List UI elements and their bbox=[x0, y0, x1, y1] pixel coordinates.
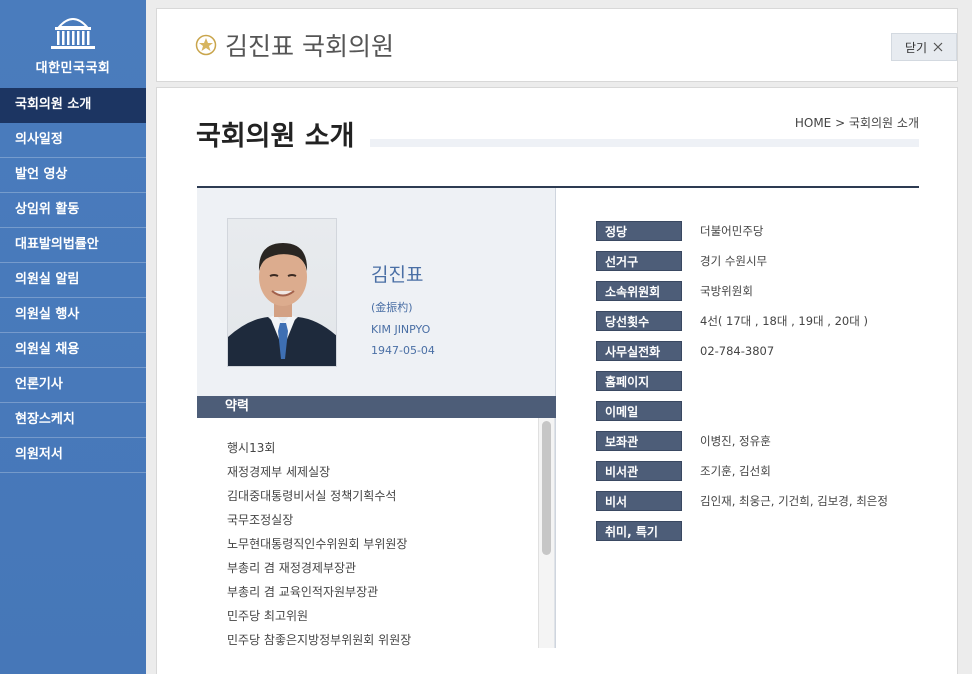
member-birthdate: 1947-05-04 bbox=[371, 344, 435, 357]
info-value: 02-784-3807 bbox=[700, 344, 775, 358]
info-row-district: 선거구 경기 수원시무 bbox=[596, 251, 888, 281]
sidebar: 대한민국국회 국회의원 소개 의사일정 발언 영상 상임위 활동 대표발의법률안… bbox=[0, 0, 146, 674]
info-label: 홈페이지 bbox=[596, 371, 682, 391]
career-list: 행시13회 재정경제부 세제실장 김대중대통령비서실 정책기획수석 국무조정실장… bbox=[197, 418, 554, 648]
member-header-name: 김진표 국회의원 bbox=[225, 32, 394, 61]
info-label: 정당 bbox=[596, 221, 682, 241]
member-name-english: KIM JINPYO bbox=[371, 323, 431, 336]
profile-info-panel: 정당 더불어민주당 선거구 경기 수원시무 소속위원회 국방위원회 당선횟수 4… bbox=[556, 188, 919, 648]
career-item: 노무현대통령직인수위원회 부위원장 bbox=[227, 537, 408, 551]
info-label: 사무실전화 bbox=[596, 341, 682, 361]
career-item: 부총리 겸 교육인적자원부장관 bbox=[227, 585, 379, 599]
info-label: 비서관 bbox=[596, 461, 682, 481]
sidebar-item-speech-video[interactable]: 발언 영상 bbox=[0, 158, 146, 193]
close-button[interactable]: 닫기 bbox=[891, 33, 957, 61]
info-row-phone: 사무실전화 02-784-3807 bbox=[596, 341, 888, 371]
sidebar-item-member-intro[interactable]: 국회의원 소개 bbox=[0, 88, 146, 123]
info-row-secretaries: 비서관 조기훈, 김선회 bbox=[596, 461, 888, 491]
sidebar-item-books[interactable]: 의원저서 bbox=[0, 438, 146, 473]
info-row-party: 정당 더불어민주당 bbox=[596, 221, 888, 251]
profile-left-panel: 김진표 (金振杓) KIM JINPYO 1947-05-04 약력 행시13회… bbox=[197, 188, 556, 648]
member-name-hanja: (金振杓) bbox=[371, 301, 413, 314]
info-row-homepage: 홈페이지 bbox=[596, 371, 888, 401]
info-row-aides: 보좌관 이병진, 정유훈 bbox=[596, 431, 888, 461]
career-item: 김대중대통령비서실 정책기획수석 bbox=[227, 489, 397, 503]
info-value: 이병진, 정유훈 bbox=[700, 434, 771, 448]
close-label: 닫기 bbox=[904, 40, 928, 55]
sidebar-item-recruitment[interactable]: 의원실 채용 bbox=[0, 333, 146, 368]
info-label: 선거구 bbox=[596, 251, 682, 271]
info-label: 비서 bbox=[596, 491, 682, 511]
info-row-hobbies: 취미, 특기 bbox=[596, 521, 888, 551]
career-scrollbar-thumb[interactable] bbox=[542, 421, 551, 555]
career-item: 부총리 겸 재정경제부장관 bbox=[227, 561, 357, 575]
main-content: 국회의원 소개 HOME > 국회의원 소개 김진표 (金振杓) KIM JIN… bbox=[156, 87, 958, 674]
member-photo bbox=[227, 218, 337, 367]
close-icon bbox=[933, 42, 943, 52]
header-title: 김진표 국회의원 bbox=[195, 27, 394, 63]
info-value: 4선( 17대 , 18대 , 19대 , 20대 ) bbox=[700, 314, 868, 328]
info-list: 정당 더불어민주당 선거구 경기 수원시무 소속위원회 국방위원회 당선횟수 4… bbox=[596, 221, 888, 551]
info-label: 취미, 특기 bbox=[596, 521, 682, 541]
info-row-committee: 소속위원회 국방위원회 bbox=[596, 281, 888, 311]
career-scrollbar[interactable] bbox=[538, 418, 554, 648]
header-card: 김진표 국회의원 닫기 bbox=[156, 8, 958, 82]
info-row-terms: 당선횟수 4선( 17대 , 18대 , 19대 , 20대 ) bbox=[596, 311, 888, 341]
info-label: 보좌관 bbox=[596, 431, 682, 451]
career-item: 행시13회 bbox=[227, 441, 276, 455]
page-title: 국회의원 소개 bbox=[196, 121, 355, 152]
national-assembly-building-icon bbox=[51, 17, 95, 49]
info-value: 국방위원회 bbox=[700, 284, 753, 298]
career-item: 재정경제부 세제실장 bbox=[227, 465, 331, 479]
info-label: 소속위원회 bbox=[596, 281, 682, 301]
assembly-logo[interactable]: 대한민국국회 bbox=[0, 0, 146, 88]
career-heading: 약력 bbox=[197, 396, 556, 418]
profile-box: 김진표 (金振杓) KIM JINPYO 1947-05-04 약력 행시13회… bbox=[197, 186, 919, 648]
career-item: 국무조정실장 bbox=[227, 513, 294, 527]
info-label: 당선횟수 bbox=[596, 311, 682, 331]
info-label: 이메일 bbox=[596, 401, 682, 421]
sidebar-nav: 국회의원 소개 의사일정 발언 영상 상임위 활동 대표발의법률안 의원실 알림… bbox=[0, 88, 146, 473]
sidebar-item-schedule[interactable]: 의사일정 bbox=[0, 123, 146, 158]
sidebar-item-notices[interactable]: 의원실 알림 bbox=[0, 263, 146, 298]
title-underline bbox=[370, 139, 919, 147]
sidebar-item-committee-activity[interactable]: 상임위 활동 bbox=[0, 193, 146, 228]
sidebar-item-events[interactable]: 의원실 행사 bbox=[0, 298, 146, 333]
career-item: 민주당 최고위원 bbox=[227, 609, 309, 623]
sidebar-item-field-sketch[interactable]: 현장스케치 bbox=[0, 403, 146, 438]
sidebar-item-bills[interactable]: 대표발의법률안 bbox=[0, 228, 146, 263]
info-row-staff: 비서 김인재, 최웅근, 기건희, 김보경, 최은정 bbox=[596, 491, 888, 521]
info-value: 경기 수원시무 bbox=[700, 254, 768, 268]
sidebar-item-press[interactable]: 언론기사 bbox=[0, 368, 146, 403]
info-value: 더불어민주당 bbox=[700, 224, 764, 238]
info-value: 조기훈, 김선회 bbox=[700, 464, 771, 478]
member-name-korean: 김진표 bbox=[371, 264, 424, 286]
breadcrumb: HOME > 국회의원 소개 bbox=[794, 116, 919, 130]
career-item: 민주당 참좋은지방정부위원회 위원장 bbox=[227, 633, 412, 647]
member-name-block: 김진표 (金振杓) KIM JINPYO 1947-05-04 bbox=[371, 260, 435, 357]
assembly-seal-icon bbox=[195, 34, 217, 56]
career-panel: 행시13회 재정경제부 세제실장 김대중대통령비서실 정책기획수석 국무조정실장… bbox=[197, 418, 555, 648]
info-value: 김인재, 최웅근, 기건희, 김보경, 최은정 bbox=[700, 494, 888, 508]
logo-text: 대한민국국회 bbox=[35, 60, 111, 76]
info-row-email: 이메일 bbox=[596, 401, 888, 431]
